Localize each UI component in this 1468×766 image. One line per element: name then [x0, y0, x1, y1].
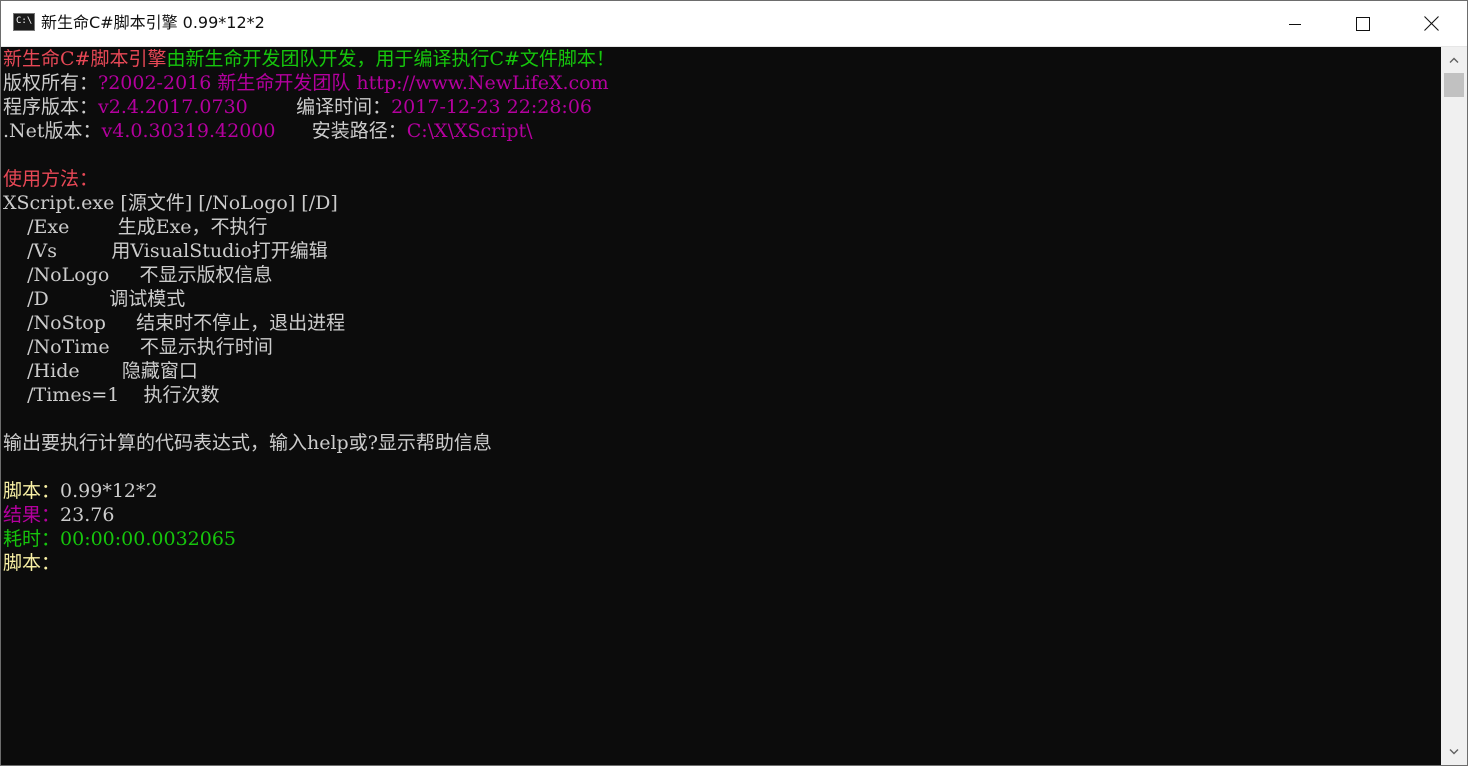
console-line: 脚本：: [3, 551, 60, 575]
console-line: 耗时：00:00:00.0032065: [3, 527, 236, 551]
console-text-segment: 00:00:00.0032065: [60, 528, 237, 550]
console-text-segment: C:\X\XScript\: [406, 120, 533, 142]
console-text-segment: 耗时：: [3, 528, 61, 550]
console-line: /Hide 隐藏窗口: [3, 359, 198, 383]
console-line: 使用方法：: [3, 167, 98, 191]
chevron-up-icon: [1449, 57, 1459, 63]
console-text-segment: 脚本：: [3, 552, 61, 574]
chevron-down-icon: [1449, 749, 1459, 755]
console-line: 结果：23.76: [3, 503, 114, 527]
console-line: XScript.exe [源文件] [/NoLogo] [/D]: [3, 191, 338, 215]
console-text-segment: /D 调试模式: [3, 288, 186, 310]
console-text-segment: 输出要执行计算的代码表达式，输入help或?显示帮助信息: [3, 432, 492, 454]
console-window: C:\ 新生命C#脚本引擎 0.99*12*2 新生命C#脚本引擎由新生命开发团…: [0, 0, 1468, 766]
scroll-down-button[interactable]: [1441, 739, 1467, 765]
vertical-scrollbar[interactable]: [1441, 47, 1467, 765]
console-line: /Times=1 执行次数: [3, 383, 220, 407]
console-line: /Vs 用VisualStudio打开编辑: [3, 239, 328, 263]
console-text-segment: v2.4.2017.0730: [98, 96, 297, 118]
console-line: /D 调试模式: [3, 287, 185, 311]
console-line: /NoStop 结束时不停止，退出进程: [3, 311, 345, 335]
console-text-segment: v4.0.30319.42000: [101, 120, 312, 142]
title-bar[interactable]: C:\ 新生命C#脚本引擎 0.99*12*2: [1, 1, 1467, 47]
console-line: 脚本：0.99*12*2: [3, 479, 158, 503]
window-title: 新生命C#脚本引擎 0.99*12*2: [41, 13, 265, 32]
cmd-console-icon[interactable]: C:\: [13, 13, 35, 31]
console-line: /NoLogo 不显示版权信息: [3, 263, 272, 287]
console-text-segment: 脚本：: [3, 480, 61, 502]
console-text-segment: /Hide 隐藏窗口: [3, 360, 198, 382]
minimize-icon: [1289, 23, 1301, 25]
console-text-segment: ?2002-2016 新生命开发团队 http://www.NewLifeX.c…: [98, 72, 609, 94]
console-text-segment: 2017-12-23 22:28:06: [391, 96, 593, 118]
console-line: .Net版本：v4.0.30319.42000 安装路径：C:\X\XScrip…: [3, 119, 533, 143]
console-text-segment: 23.76: [60, 504, 115, 526]
maximize-button[interactable]: [1329, 1, 1397, 46]
console-line: /NoTime 不显示执行时间: [3, 335, 273, 359]
console-line: /Exe 生成Exe，不执行: [3, 215, 268, 239]
console-text-segment: /Vs 用VisualStudio打开编辑: [3, 240, 328, 262]
console-line: 新生命C#脚本引擎由新生命开发团队开发，用于编译执行C#文件脚本！: [3, 47, 615, 71]
console-text-segment: .Net版本：: [3, 120, 102, 142]
scroll-thumb[interactable]: [1444, 73, 1464, 97]
console-line: 输出要执行计算的代码表达式，输入help或?显示帮助信息: [3, 431, 492, 455]
console-text-segment: /Exe 生成Exe，不执行: [3, 216, 268, 238]
console-text-segment: /NoTime 不显示执行时间: [3, 336, 273, 358]
minimize-button[interactable]: [1261, 1, 1329, 46]
console-text-segment: 编译时间：: [296, 96, 392, 118]
console-text-segment: /NoLogo 不显示版权信息: [3, 264, 273, 286]
console-text-segment: 由新生命开发团队开发，用于编译执行C#文件脚本！: [166, 48, 615, 70]
console-text-segment: /Times=1 执行次数: [3, 384, 220, 406]
console-text-segment: 新生命C#脚本引擎: [3, 48, 167, 70]
console-output[interactable]: 新生命C#脚本引擎由新生命开发团队开发，用于编译执行C#文件脚本！ 版权所有：?2…: [1, 47, 1441, 765]
console-text-segment: 程序版本：: [3, 96, 99, 118]
close-icon: [1423, 16, 1439, 31]
console-text-segment: XScript.exe [源文件] [/NoLogo] [/D]: [3, 192, 338, 214]
console-text-segment: /NoStop 结束时不停止，退出进程: [3, 312, 346, 334]
console-text-segment: 安装路径：: [311, 120, 407, 142]
console-line: 版权所有：?2002-2016 新生命开发团队 http://www.NewLi…: [3, 71, 609, 95]
console-text-segment: 使用方法：: [3, 168, 99, 190]
console-text-segment: 版权所有：: [3, 72, 99, 94]
close-button[interactable]: [1397, 1, 1465, 46]
console-text-segment: 0.99*12*2: [60, 480, 158, 502]
maximize-icon: [1356, 16, 1370, 31]
console-line: 程序版本：v2.4.2017.0730 编译时间：2017-12-23 22:2…: [3, 95, 592, 119]
scroll-up-button[interactable]: [1441, 47, 1467, 73]
console-text-segment: 结果：: [3, 504, 61, 526]
